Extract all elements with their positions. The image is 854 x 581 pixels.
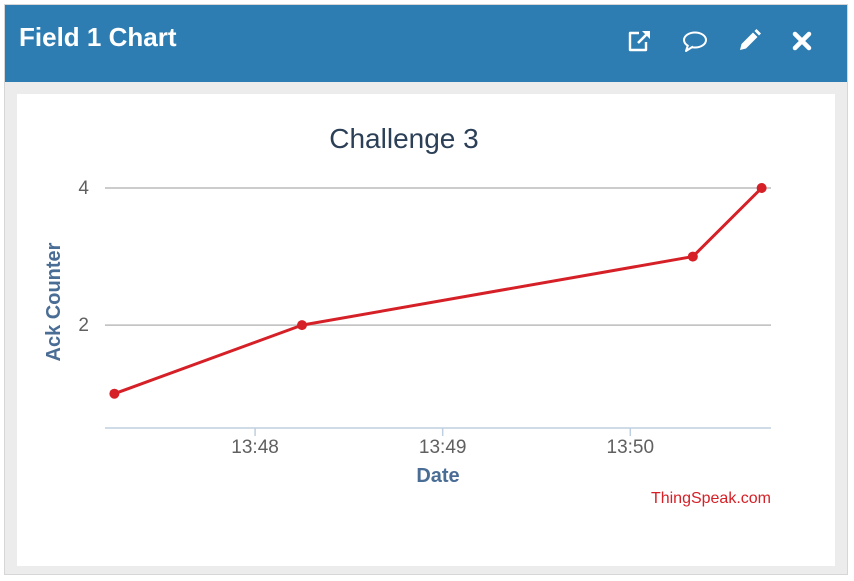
data-point[interactable] bbox=[109, 388, 120, 399]
chart-panel: Challenge 3 13:48 13:49 13:50 2 4 Date Ack … bbox=[17, 94, 835, 566]
x-axis-title: Date bbox=[416, 465, 459, 487]
data-point[interactable] bbox=[756, 183, 767, 193]
widget-header: Field 1 Chart bbox=[5, 5, 847, 82]
chart-title: Challenge 3 bbox=[329, 123, 478, 154]
line-chart: Challenge 3 13:48 13:49 13:50 2 4 Date Ack … bbox=[43, 123, 771, 507]
x-tick-label: 13:48 bbox=[231, 437, 279, 458]
comment-button[interactable] bbox=[679, 25, 711, 57]
comment-icon bbox=[683, 31, 707, 52]
open-external-button[interactable] bbox=[623, 25, 655, 57]
chart-widget: Field 1 Chart Challenge 3 13:48 13:49 13… bbox=[4, 4, 848, 575]
pencil-icon bbox=[740, 29, 761, 50]
chart-credit[interactable]: ThingSpeak.com bbox=[651, 490, 771, 507]
x-tick-label: 13:49 bbox=[419, 437, 467, 458]
y-axis-title: Ack Counter bbox=[43, 242, 65, 361]
edit-button[interactable] bbox=[733, 25, 765, 57]
close-icon bbox=[792, 31, 812, 51]
y-tick-label: 4 bbox=[78, 178, 89, 199]
x-tick-label: 13:50 bbox=[607, 437, 655, 458]
series-line bbox=[113, 186, 763, 396]
data-point[interactable] bbox=[687, 251, 698, 262]
external-link-icon bbox=[628, 31, 650, 52]
y-tick-label: 2 bbox=[78, 315, 89, 336]
data-point[interactable] bbox=[296, 320, 307, 331]
close-button[interactable] bbox=[786, 25, 818, 57]
widget-title: Field 1 Chart bbox=[19, 22, 177, 52]
